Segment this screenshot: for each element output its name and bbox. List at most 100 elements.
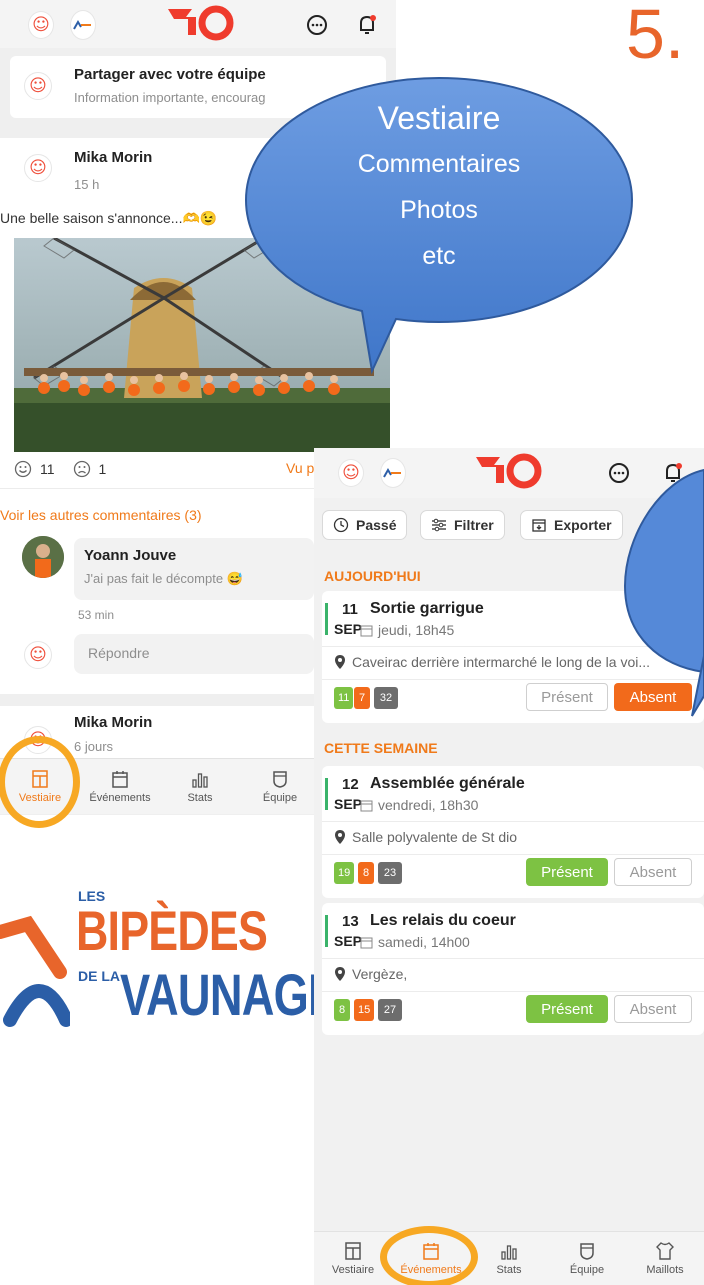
reactions-row: 11 1	[14, 460, 106, 478]
no-answer-count-badge: 23	[378, 862, 402, 884]
chat-icon[interactable]	[304, 12, 330, 38]
seen-by-link[interactable]: Vu p	[286, 460, 314, 476]
post-author[interactable]: Mika Morin	[74, 149, 152, 166]
location-pin-icon	[335, 655, 345, 669]
present-button[interactable]: Présent	[526, 995, 608, 1023]
app-logo-icon	[168, 5, 234, 41]
comment-bubble: Yoann Jouve J'ai pas fait le décompte 😅	[74, 538, 314, 600]
reply-avatar: ☺	[24, 641, 52, 669]
more-comments-link[interactable]: Voir les autres commentaires (3)	[0, 507, 202, 523]
calendar-small-icon	[360, 625, 373, 637]
present-button[interactable]: Présent	[526, 858, 608, 886]
event-day: 13	[342, 913, 359, 930]
present-count-badge: 8	[334, 999, 350, 1021]
reply-input[interactable]: Répondre	[74, 634, 314, 674]
logo-bipedes: BIPÈDES	[76, 899, 268, 962]
sad-count: 1	[98, 461, 107, 477]
filtrer-label: Filtrer	[454, 517, 494, 533]
section-today: AUJOURD'HUI	[324, 568, 421, 584]
club-logo-icon[interactable]	[70, 10, 96, 40]
shield-icon	[273, 771, 287, 788]
event-place[interactable]: Vergèze,	[352, 966, 407, 982]
notification-bell-icon[interactable]	[354, 12, 380, 38]
share-subtitle: Information importante, encourag	[74, 90, 266, 105]
bubble-line3: Photos	[400, 196, 478, 224]
nav-equipe[interactable]: Équipe	[548, 1232, 626, 1285]
profile-icon[interactable]: ☺	[28, 11, 54, 39]
nav-stats-label: Stats	[187, 792, 213, 804]
present-button[interactable]: Présent	[526, 683, 608, 711]
comment-author[interactable]: Yoann Jouve	[84, 547, 176, 564]
slide: 5. ☺ ☺ Partager avec votre équipe Inform…	[0, 0, 704, 1285]
present-count-badge: 19	[334, 862, 355, 884]
runner-logo-icon	[0, 915, 70, 1027]
event-place[interactable]: Caveirac derrière intermarché le long de…	[352, 654, 650, 670]
event-card[interactable]: 13 SEP Les relais du coeur samedi, 14h00…	[322, 903, 704, 1035]
post-time: 15 h	[74, 177, 100, 192]
event-day: 11	[342, 601, 358, 618]
nav-equipe-label: Équipe	[262, 792, 298, 804]
club-logo: LES BIPÈDES DE LA VAUNAGE	[0, 888, 338, 1038]
divider	[322, 958, 704, 959]
event-when: vendredi, 18h30	[360, 797, 478, 813]
history-icon	[333, 517, 349, 533]
nav-maillots[interactable]: Maillots	[626, 1232, 704, 1285]
club-logo-icon-right[interactable]	[380, 458, 406, 488]
share-title: Partager avec votre équipe	[74, 66, 266, 83]
logo-vaunage: VAUNAGE	[120, 963, 338, 1028]
present-count-badge: 11	[334, 687, 354, 709]
post2-author[interactable]: Mika Morin	[74, 714, 152, 731]
event-when: jeudi, 18h45	[360, 622, 455, 638]
event-color-bar	[325, 778, 328, 810]
event-when: samedi, 14h00	[360, 934, 470, 950]
speech-bubble-partial	[623, 468, 704, 717]
sad-face-icon[interactable]	[73, 460, 91, 478]
nav-stats[interactable]: Stats	[160, 759, 240, 814]
stats-icon	[501, 1245, 517, 1260]
export-calendar-icon	[532, 519, 546, 532]
comment-time: 53 min	[78, 608, 115, 622]
top-bar: ☺	[0, 0, 396, 48]
location-pin-icon	[335, 830, 345, 844]
happy-count: 11	[40, 461, 55, 477]
event-card[interactable]: 12 SEP Assemblée générale vendredi, 18h3…	[322, 766, 704, 898]
highlight-vestiaire	[0, 736, 80, 828]
event-when-text: jeudi, 18h45	[378, 622, 455, 638]
jersey-icon	[656, 1242, 674, 1260]
passe-chip[interactable]: Passé	[322, 510, 408, 540]
passe-label: Passé	[356, 517, 397, 533]
event-place[interactable]: Salle polyvalente de St dio	[352, 829, 517, 845]
highlight-evenements	[380, 1226, 478, 1285]
comment-text: J'ai pas fait le décompte 😅	[84, 571, 243, 586]
slide-number: 5.	[626, 0, 685, 73]
post-text: Une belle saison s'annonce...🫶😉	[0, 210, 218, 226]
calendar-icon	[112, 771, 128, 788]
nav-equipe-label: Équipe	[569, 1264, 605, 1276]
divider	[322, 854, 704, 855]
app-logo-icon-right	[476, 453, 542, 489]
exporter-chip[interactable]: Exporter	[520, 510, 623, 540]
nav-stats-label: Stats	[496, 1264, 522, 1276]
nav-vestiaire-label: Vestiaire	[331, 1264, 375, 1276]
nav-equipe[interactable]: Équipe	[240, 759, 320, 814]
absent-count-badge: 8	[358, 862, 374, 884]
nav-maillots-label: Maillots	[646, 1264, 684, 1276]
no-answer-count-badge: 32	[374, 687, 398, 709]
location-pin-icon	[335, 967, 345, 981]
post-avatar: ☺	[24, 154, 52, 182]
divider	[322, 821, 704, 822]
bubble-line1: Vestiaire	[377, 100, 501, 136]
absent-button[interactable]: Absent	[614, 858, 692, 886]
post2-time: 6 jours	[74, 739, 114, 754]
absent-button[interactable]: Absent	[614, 995, 692, 1023]
filtrer-chip[interactable]: Filtrer	[420, 510, 505, 540]
commenter-avatar[interactable]	[22, 536, 64, 578]
nav-stats[interactable]: Stats	[470, 1232, 548, 1285]
profile-icon-right[interactable]: ☺	[338, 459, 364, 487]
shield-icon	[580, 1243, 594, 1260]
nav-evenements[interactable]: Événements	[80, 759, 160, 814]
event-color-bar	[325, 915, 328, 947]
event-month: SEP	[334, 933, 363, 949]
bottom-nav-right: Vestiaire Événements Stats Équipe Maillo…	[314, 1231, 704, 1285]
happy-face-icon[interactable]	[14, 460, 32, 478]
